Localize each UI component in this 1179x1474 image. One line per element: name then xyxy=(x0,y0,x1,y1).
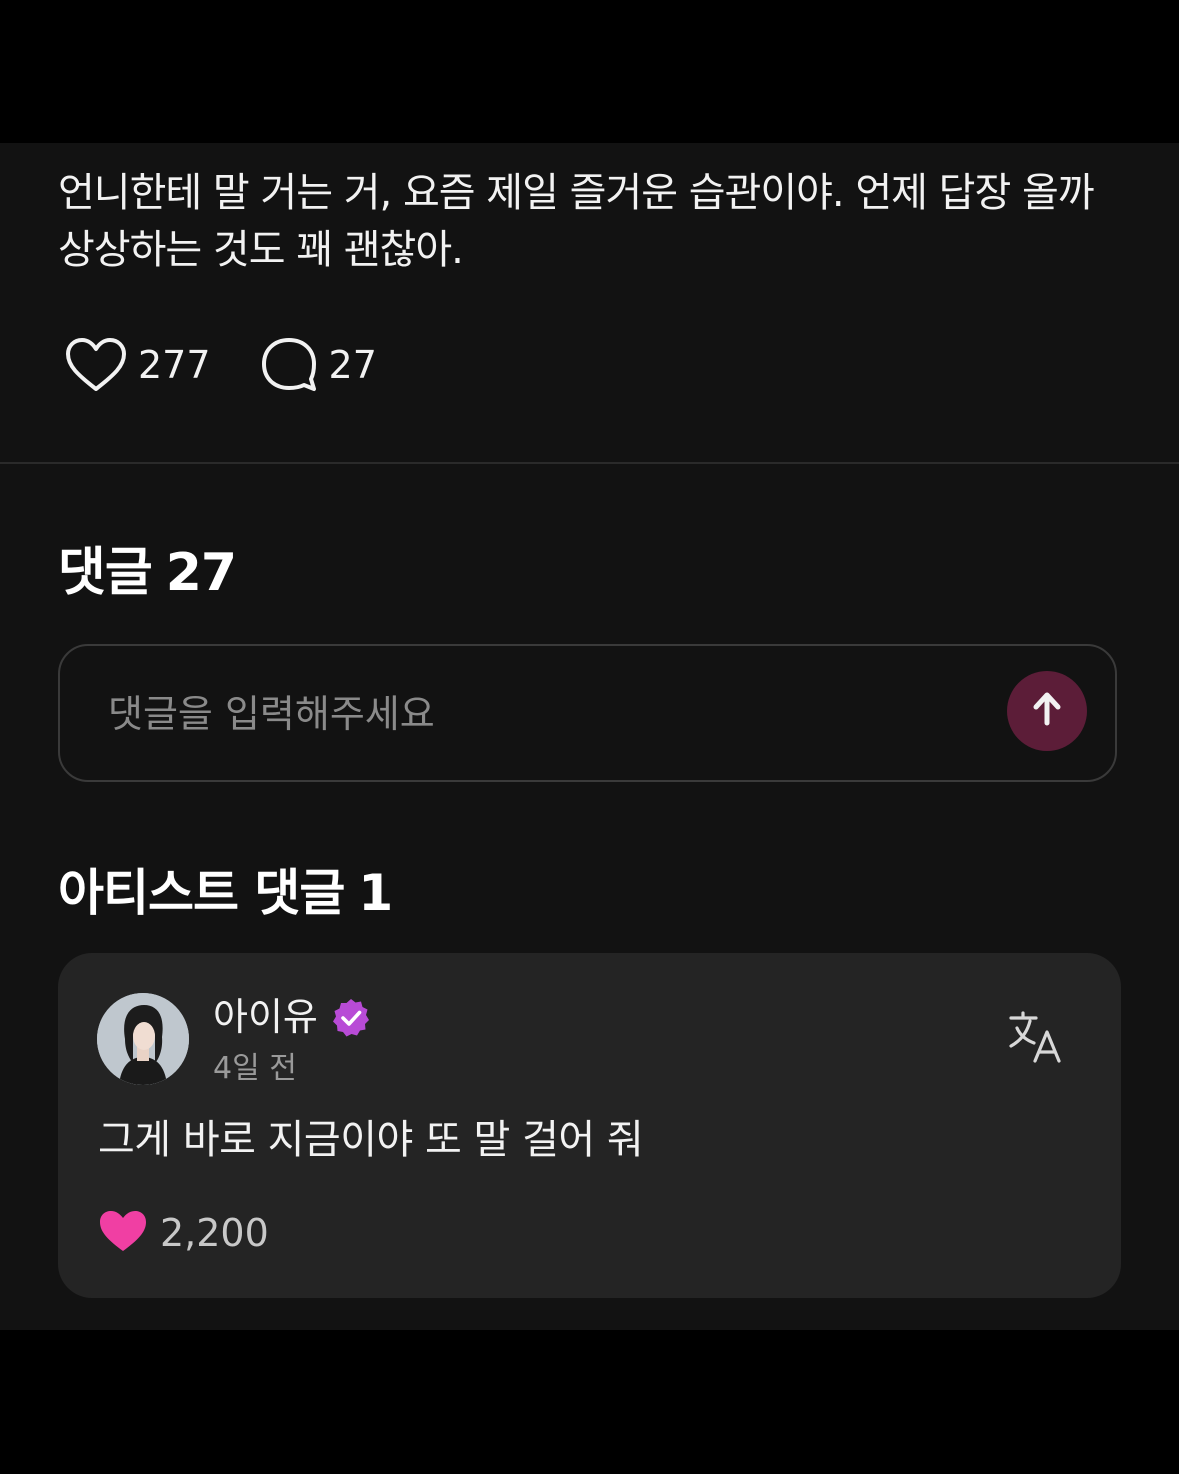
comment-input-box xyxy=(58,644,1117,782)
artist-comments-heading: 아티스트 댓글 1 xyxy=(58,863,393,923)
author-name[interactable]: 아이유 xyxy=(213,993,318,1041)
comments-title: 댓글 xyxy=(58,543,153,603)
artist-comments-title: 아티스트 댓글 xyxy=(58,864,345,922)
comment-like-count: 2,200 xyxy=(160,1211,269,1255)
comment-time: 4일 전 xyxy=(213,1051,297,1086)
divider xyxy=(0,462,1179,464)
comments-heading: 댓글 27 xyxy=(58,543,237,603)
like-count: 277 xyxy=(138,343,211,387)
comment-like-button[interactable]: 2,200 xyxy=(98,1205,269,1261)
heart-outline-icon xyxy=(64,337,128,393)
artist-comment-card: 아이유 4일 전 그게 바로 지금이야 또 말 걸어 줘 2,200 xyxy=(58,953,1121,1298)
like-button[interactable]: 277 xyxy=(64,337,211,393)
heart-filled-icon xyxy=(98,1209,148,1257)
comment-count: 27 xyxy=(328,343,377,387)
post-screen: 언니한테 말 거는 거, 요즘 제일 즐거운 습관이야. 언제 답장 올까 상상… xyxy=(0,143,1179,1330)
comment-input[interactable] xyxy=(106,646,990,782)
verified-badge-icon xyxy=(330,997,372,1039)
translate-icon[interactable] xyxy=(1008,1011,1066,1065)
avatar[interactable] xyxy=(97,993,189,1085)
comments-total: 27 xyxy=(165,543,237,603)
artist-comments-total: 1 xyxy=(358,864,393,922)
arrow-up-icon xyxy=(1027,689,1067,733)
post-stats: 277 27 xyxy=(64,335,425,395)
send-button[interactable] xyxy=(1007,671,1087,751)
comment-text: 그게 바로 지금이야 또 말 걸어 줘 xyxy=(98,1117,644,1163)
post-text: 언니한테 말 거는 거, 요즘 제일 즐거운 습관이야. 언제 답장 올까 상상… xyxy=(58,170,1095,273)
speech-bubble-icon xyxy=(259,335,319,395)
comment-button[interactable]: 27 xyxy=(259,335,377,395)
